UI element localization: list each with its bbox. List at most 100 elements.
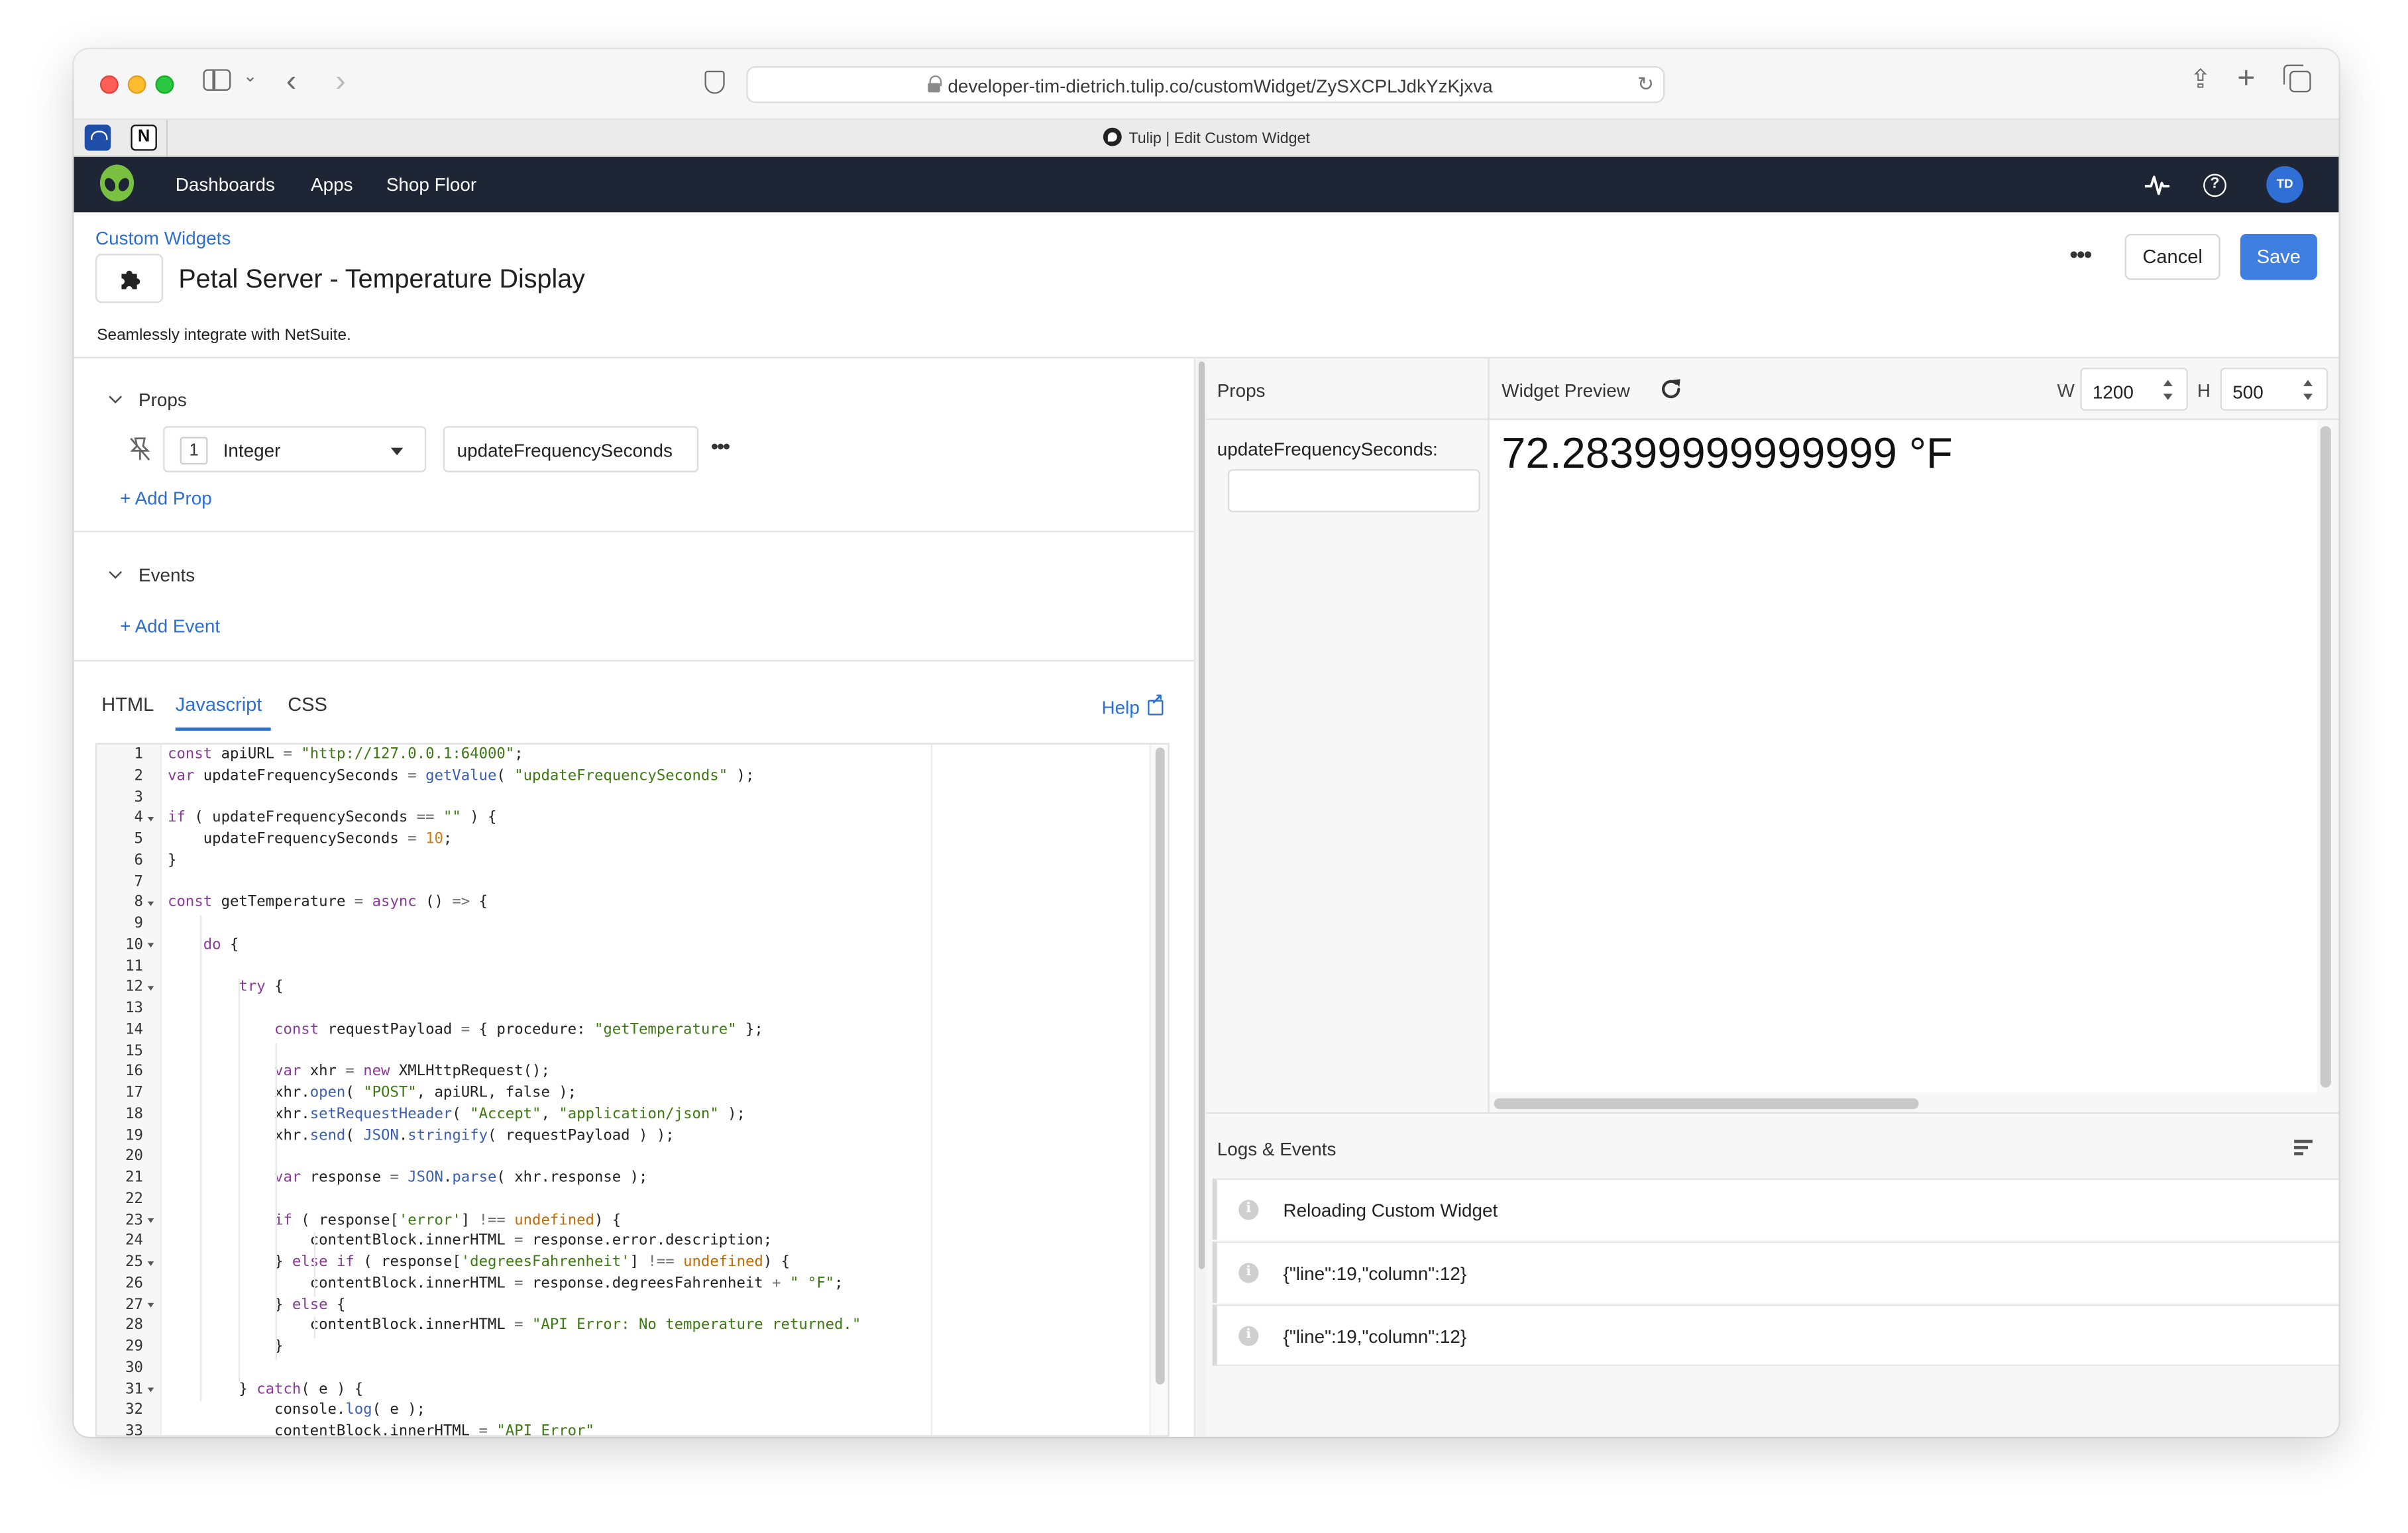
refresh-icon[interactable] (1659, 377, 1683, 401)
prop-more-button[interactable]: ••• (711, 434, 730, 458)
code-line[interactable]: contentBlock.innerHTML = response.degree… (168, 1275, 844, 1292)
events-section-toggle[interactable]: Events (109, 564, 195, 586)
temperature-output: 72.28399999999999 °F (1502, 429, 1953, 477)
tab-html[interactable]: HTML (101, 694, 154, 727)
code-scrollbar-thumb[interactable] (1155, 747, 1165, 1385)
log-entry[interactable]: i {"line":19,"column":12} (1212, 1241, 2339, 1303)
editor-panel-scrollbar[interactable] (1193, 358, 1207, 1437)
chevron-down-icon (109, 565, 123, 579)
code-line[interactable]: const apiURL = "http://127.0.0.1:64000"; (168, 746, 523, 763)
fold-toggle-icon[interactable] (147, 985, 154, 990)
code-line[interactable]: console.log( e ); (168, 1402, 425, 1419)
back-icon[interactable]: ‹ (286, 66, 296, 97)
preview-vertical-scrollbar[interactable] (2320, 426, 2331, 1088)
nav-apps[interactable]: Apps (311, 174, 353, 195)
preview-height-input[interactable]: 500 (2220, 367, 2328, 411)
widget-preview-canvas[interactable]: 72.28399999999999 °F (1489, 419, 2317, 1092)
number-stepper-icon[interactable] (2163, 380, 2174, 400)
code-line[interactable]: try { (168, 978, 283, 996)
preview-width-input[interactable]: 1200 (2080, 367, 2188, 411)
code-line[interactable]: xhr.send( JSON.stringify( requestPayload… (168, 1127, 675, 1144)
code-line[interactable]: updateFrequencySeconds = 10; (168, 831, 453, 848)
update-frequency-input[interactable] (1227, 469, 1480, 513)
code-editor[interactable]: 1 2 3 4 5 6 7 8 9 10 11 12 13 14 15 16 17 18 19 20 21 22 23 24 2… (95, 743, 1170, 1437)
props-section-toggle[interactable]: Props (109, 389, 187, 411)
forward-icon[interactable]: › (335, 66, 345, 97)
log-entry-text: {"line":19,"column":12} (1283, 1263, 1467, 1285)
tulip-logo-icon[interactable] (99, 164, 136, 204)
code-line[interactable]: xhr.setRequestHeader( "Accept", "applica… (168, 1106, 745, 1123)
fold-toggle-icon[interactable] (147, 1218, 154, 1223)
sidebar-toggle-icon[interactable] (203, 69, 231, 91)
fold-toggle-icon[interactable] (147, 816, 154, 821)
nav-dashboards[interactable]: Dashboards (176, 174, 275, 195)
prop-name-input[interactable]: updateFrequencySeconds (443, 426, 699, 472)
prop-type-select[interactable]: 1 Integer (163, 426, 427, 472)
more-options-button[interactable]: ••• (2069, 243, 2092, 271)
code-line[interactable]: } catch( e ) { (168, 1381, 363, 1398)
save-button[interactable]: Save (2240, 233, 2317, 280)
widget-description[interactable]: Seamlessly integrate with NetSuite. (97, 326, 351, 344)
unpin-icon[interactable] (129, 437, 151, 461)
widget-icon-button[interactable] (95, 254, 164, 303)
number-stepper-icon[interactable] (2303, 380, 2314, 400)
share-icon[interactable]: ⇪ (2189, 66, 2211, 92)
indent-guide (200, 915, 203, 1402)
page-title[interactable]: Petal Server - Temperature Display (178, 264, 585, 295)
fold-toggle-icon[interactable] (147, 1260, 154, 1265)
code-line[interactable]: if ( response['error'] !== undefined) { (168, 1212, 621, 1229)
help-icon[interactable]: ? (2203, 174, 2226, 197)
cancel-button[interactable]: Cancel (2124, 233, 2220, 280)
code-scrollbar[interactable] (1149, 744, 1168, 1436)
nav-shop-floor[interactable]: Shop Floor (386, 174, 476, 195)
url-text[interactable]: developer-tim-dietrich.tulip.co/customWi… (948, 76, 1492, 97)
preview-horizontal-scrollbar[interactable] (1494, 1098, 1919, 1110)
code-line[interactable]: } (168, 1338, 283, 1355)
tab-javascript[interactable]: Javascript (175, 694, 271, 731)
indent-guide (238, 978, 240, 1381)
log-entry[interactable]: i {"line":19,"column":12} (1212, 1304, 2339, 1366)
fold-toggle-icon[interactable] (147, 943, 154, 948)
breadcrumb[interactable]: Custom Widgets (95, 228, 231, 250)
code-line[interactable]: var xhr = new XMLHttpRequest(); (168, 1063, 550, 1081)
fold-toggle-icon[interactable] (147, 1387, 154, 1393)
address-bar[interactable]: developer-tim-dietrich.tulip.co/customWi… (746, 66, 1665, 103)
log-entry[interactable]: i Reloading Custom Widget (1212, 1178, 2339, 1240)
reload-page-icon[interactable]: ↻ (1637, 72, 1654, 97)
code-line[interactable]: } else if ( response['degreesFahrenheit'… (168, 1253, 790, 1271)
code-line[interactable]: const requestPayload = { procedure: "get… (168, 1021, 763, 1038)
line-number: 2 (134, 767, 143, 784)
clear-logs-icon[interactable] (2294, 1139, 2313, 1155)
fold-toggle-icon[interactable] (147, 901, 154, 906)
tab-css[interactable]: CSS (288, 694, 327, 727)
code-line[interactable]: contentBlock.innerHTML = "API Error: No … (168, 1317, 861, 1334)
code-line[interactable]: contentBlock.innerHTML = "API Error" (168, 1423, 594, 1436)
new-tab-icon[interactable]: + (2237, 63, 2255, 93)
editor-panel-scrollbar-thumb[interactable] (1198, 361, 1205, 1269)
avatar[interactable]: TD (2266, 166, 2304, 203)
zoom-window-button[interactable] (155, 75, 174, 94)
code-line[interactable]: var updateFrequencySeconds = getValue( "… (168, 767, 754, 784)
close-window-button[interactable] (99, 75, 119, 94)
preview-height-value: 500 (2232, 381, 2264, 403)
code-line[interactable]: do { (168, 937, 239, 954)
active-tab[interactable]: Tulip | Edit Custom Widget (74, 127, 2338, 148)
code-line[interactable]: contentBlock.innerHTML = response.error.… (168, 1233, 772, 1250)
privacy-shield-icon[interactable] (704, 70, 725, 94)
line-number: 30 (125, 1359, 143, 1377)
fold-toggle-icon[interactable] (147, 1302, 154, 1308)
divider (74, 660, 1194, 662)
minimize-window-button[interactable] (127, 75, 146, 94)
tab-overview-icon[interactable] (2283, 64, 2311, 93)
chevron-down-icon[interactable]: ⌄ (243, 68, 257, 86)
code-line[interactable]: } else { (168, 1296, 345, 1313)
help-link[interactable]: Help (1102, 692, 1164, 718)
code-line[interactable]: } (168, 852, 176, 869)
preview-props-heading: Props (1217, 380, 1266, 402)
add-event-button[interactable]: + Add Event (120, 615, 220, 637)
code-line[interactable]: if ( updateFrequencySeconds == "" ) { (168, 810, 496, 827)
code-line[interactable]: xhr.open( "POST", apiURL, false ); (168, 1084, 576, 1102)
add-prop-button[interactable]: + Add Prop (120, 488, 212, 509)
activity-pulse-icon[interactable] (2144, 171, 2171, 199)
code-line[interactable]: const getTemperature = async () => { (168, 894, 488, 912)
